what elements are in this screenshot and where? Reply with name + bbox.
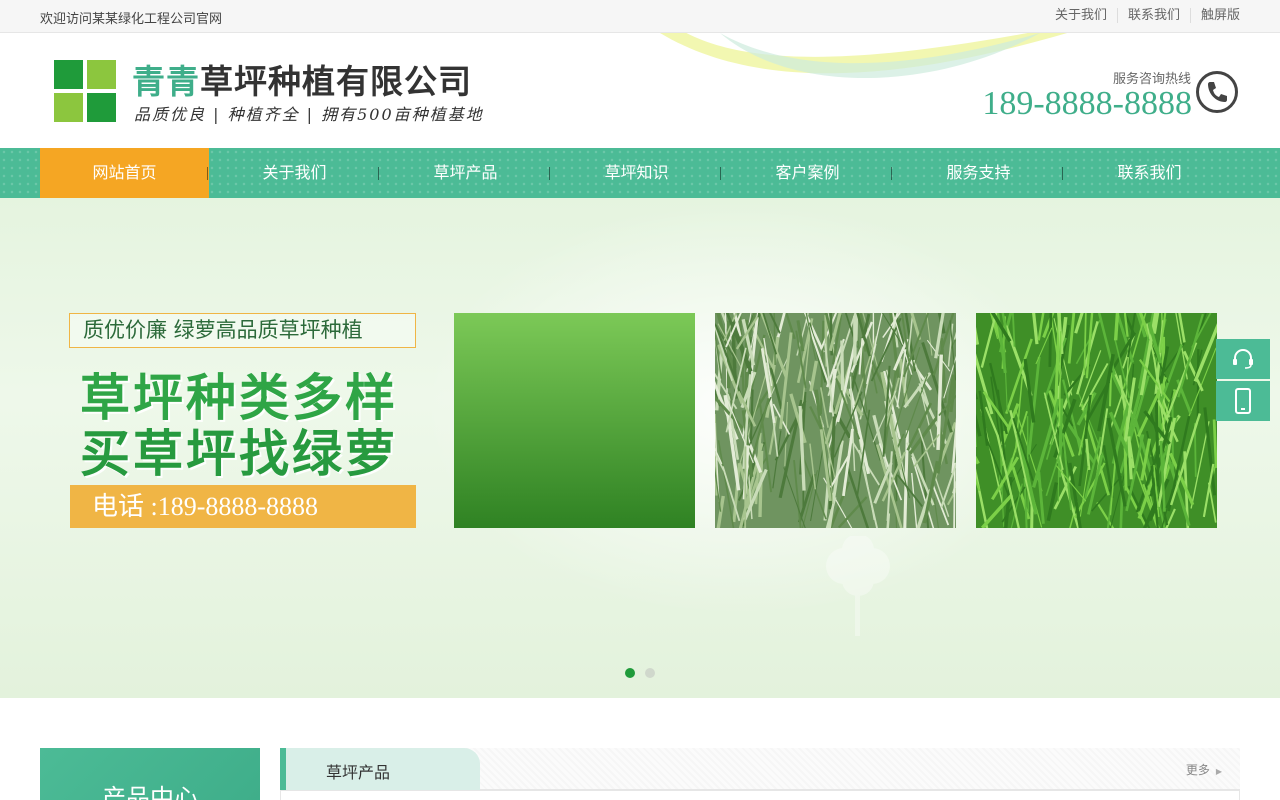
slider-dot-1[interactable] (625, 668, 635, 678)
top-link-contact[interactable]: 联系我们 (1116, 8, 1190, 23)
lawn-photo-3 (976, 313, 1217, 528)
site-header: 青青草坪种植有限公司 品质优良 | 种植齐全 | 拥有500亩种植基地 服务咨询… (0, 33, 1280, 148)
nav-item-contact[interactable]: 联系我们 (1062, 148, 1235, 198)
banner-headline-2: 买草坪找绿萝 (80, 425, 398, 483)
lawn-photo-1 (454, 313, 695, 528)
nav-item-home[interactable]: 网站首页 (40, 148, 209, 198)
welcome-text: 欢迎访问某某绿化工程公司官网 (40, 12, 223, 27)
top-bar: 欢迎访问某某绿化工程公司官网 关于我们 联系我们 触屏版 (0, 0, 1280, 33)
banner-tagline: 质优价廉 绿萝高品质草坪种植 (69, 313, 416, 348)
mobile-icon (1235, 388, 1251, 414)
nav-item-products[interactable]: 草坪产品 (378, 148, 551, 198)
chevron-right-icon: ▶ (1215, 767, 1222, 776)
main-nav: 网站首页 关于我们 草坪产品 草坪知识 客户案例 服务支持 联系我们 (0, 148, 1280, 198)
slider-dot-2[interactable] (645, 668, 655, 678)
products-content-area (280, 790, 1240, 800)
hero-banner[interactable]: 质优价廉 绿萝高品质草坪种植 草坪种类多样 买草坪找绿萝 电话 :189-888… (0, 198, 1280, 698)
company-name: 青青草坪种植有限公司 (132, 62, 472, 101)
tab-lawn-products[interactable]: 草坪产品 (280, 748, 480, 790)
nav-item-cases[interactable]: 客户案例 (720, 148, 893, 198)
slider-dots (625, 668, 665, 678)
phone-icon (1196, 71, 1238, 113)
top-link-about[interactable]: 关于我们 (1045, 8, 1117, 23)
clover-decoration (826, 536, 890, 636)
nav-item-about[interactable]: 关于我们 (207, 148, 380, 198)
top-links: 关于我们 联系我们 触屏版 (1045, 8, 1240, 23)
top-link-mobile[interactable]: 触屏版 (1189, 8, 1240, 23)
headset-icon (1233, 349, 1253, 369)
logo-mark[interactable] (54, 60, 116, 122)
more-link[interactable]: 更多 ▶ (1186, 761, 1222, 778)
banner-phone: 电话 :189-8888-8888 (70, 485, 416, 528)
nav-item-support[interactable]: 服务支持 (891, 148, 1064, 198)
mobile-site-button[interactable] (1216, 381, 1270, 421)
product-center-heading: 产品中心 (40, 748, 260, 800)
nav-item-knowledge[interactable]: 草坪知识 (549, 148, 722, 198)
company-slogan: 品质优良 | 种植齐全 | 拥有500亩种植基地 (134, 105, 484, 124)
products-section-header: 草坪产品 更多 ▶ (280, 748, 1240, 790)
hotline-number: 189-8888-8888 (982, 85, 1192, 122)
lawn-photo-2 (715, 313, 956, 528)
customer-service-button[interactable] (1216, 339, 1270, 379)
